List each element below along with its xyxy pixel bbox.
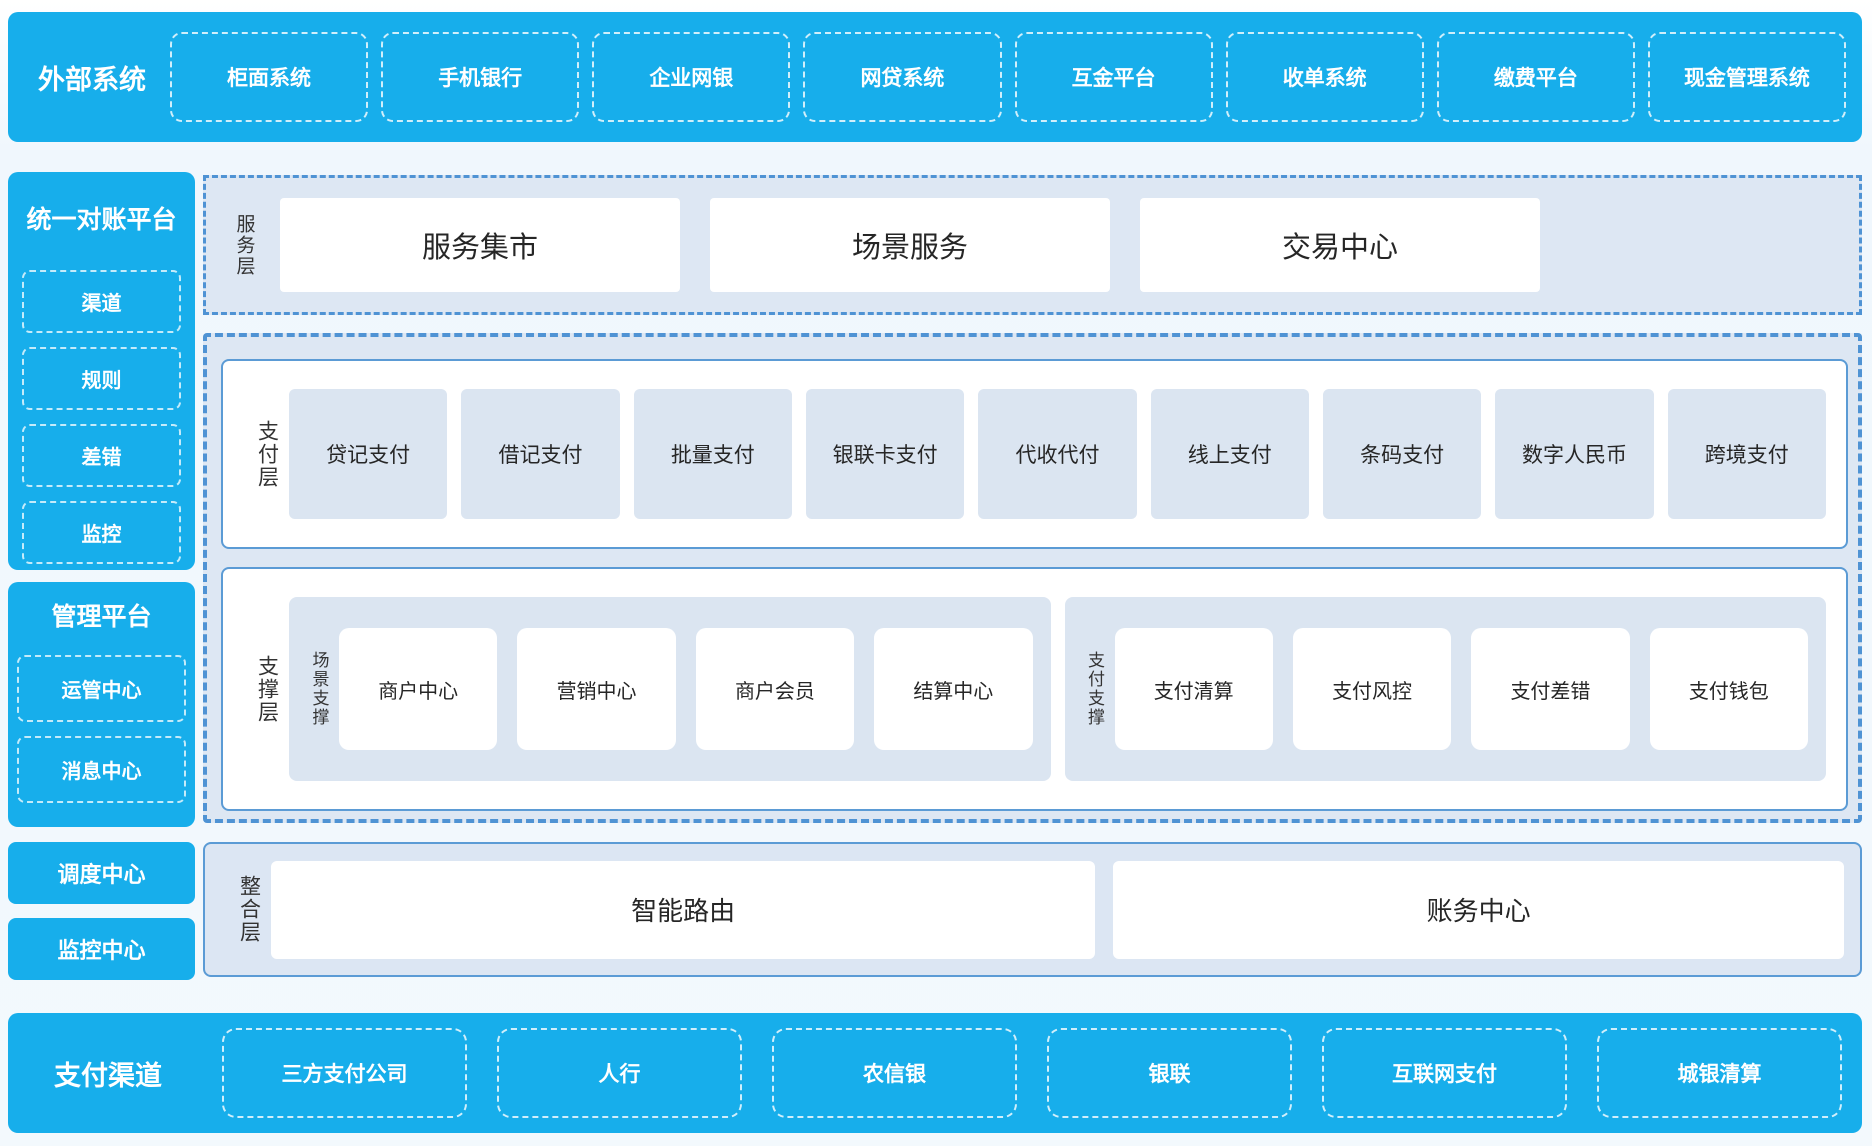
recon-platform-title: 统一对账平台: [8, 172, 195, 236]
external-system-box: 企业网银: [592, 32, 790, 122]
scene-support-list: 商户中心 营销中心 商户会员 结算中心: [339, 628, 1033, 750]
external-systems-list: 柜面系统 手机银行 企业网银 网贷系统 互金平台 收单系统 缴费平台 现金管理系…: [170, 32, 1846, 122]
payment-layer-box: 支付层 贷记支付 借记支付 批量支付 银联卡支付 代收代付 线上支付 条码支付: [221, 359, 1848, 549]
service-box: 场景服务: [710, 198, 1110, 292]
dispatch-center-block: 调度中心: [8, 842, 195, 904]
scene-support-label: 场景支撑: [299, 651, 339, 727]
service-layer-container: 服务层 服务集市 场景服务 交易中心: [203, 175, 1862, 315]
external-system-box: 手机银行: [381, 32, 579, 122]
payment-support-box: 支付钱包: [1650, 628, 1808, 750]
payment-architecture-diagram: 外部系统 柜面系统 手机银行 企业网银 网贷系统 互金平台 收单系统 缴费平台 …: [0, 0, 1872, 1146]
payment-box: 跨境支付: [1668, 389, 1826, 519]
service-layer-list: 服务集市 场景服务 交易中心: [266, 198, 1843, 292]
scene-support-box: 营销中心: [517, 628, 675, 750]
payment-box: 银联卡支付: [806, 389, 964, 519]
recon-platform-panel: 统一对账平台 渠道 规则 差错 监控: [8, 172, 195, 570]
payment-box: 数字人民币: [1495, 389, 1653, 519]
integration-layer-label: 整合层: [227, 875, 271, 944]
external-systems-bar: 外部系统 柜面系统 手机银行 企业网银 网贷系统 互金平台 收单系统 缴费平台 …: [8, 12, 1862, 142]
mgmt-platform-box: 运管中心: [17, 655, 186, 722]
payment-channels-bar: 支付渠道 三方支付公司 人行 农信银 银联 互联网支付 城银清算: [8, 1013, 1862, 1133]
payment-box: 批量支付: [634, 389, 792, 519]
scene-support-box: 结算中心: [874, 628, 1032, 750]
payment-support-list: 支付清算 支付风控 支付差错 支付钱包: [1115, 628, 1809, 750]
support-groups: 场景支撑 商户中心 营销中心 商户会员 结算中心 支付支撑: [289, 597, 1826, 781]
external-system-box: 缴费平台: [1437, 32, 1635, 122]
mgmt-platform-list: 运管中心 消息中心: [17, 655, 186, 803]
payment-box: 贷记支付: [289, 389, 447, 519]
scene-support-box: 商户会员: [696, 628, 854, 750]
service-box: 交易中心: [1140, 198, 1540, 292]
payment-layer-list: 贷记支付 借记支付 批量支付 银联卡支付 代收代付 线上支付 条码支付 数字人民…: [289, 389, 1826, 519]
support-layer-label: 支撑层: [245, 655, 289, 724]
payment-box: 代收代付: [978, 389, 1136, 519]
external-system-box: 收单系统: [1226, 32, 1424, 122]
payment-channels-title: 支付渠道: [54, 1054, 222, 1093]
mgmt-platform-box: 消息中心: [17, 736, 186, 803]
payment-box: 借记支付: [461, 389, 619, 519]
mgmt-platform-title: 管理平台: [8, 582, 195, 633]
payment-channel-box: 城银清算: [1597, 1028, 1842, 1118]
external-systems-title: 外部系统: [38, 58, 170, 97]
integration-layer-list: 智能路由 账务中心: [271, 861, 1844, 959]
payment-support-group: 支付支撑 支付清算 支付风控 支付差错 支付钱包: [1065, 597, 1827, 781]
external-system-box: 柜面系统: [170, 32, 368, 122]
payment-box: 线上支付: [1151, 389, 1309, 519]
payment-box: 条码支付: [1323, 389, 1481, 519]
external-system-box: 互金平台: [1015, 32, 1213, 122]
service-box: 服务集市: [280, 198, 680, 292]
payment-channel-box: 互联网支付: [1322, 1028, 1567, 1118]
external-system-box: 现金管理系统: [1648, 32, 1846, 122]
support-layer-box: 支撑层 场景支撑 商户中心 营销中心 商户会员 结算中心: [221, 567, 1848, 811]
recon-platform-box: 规则: [22, 347, 181, 410]
mgmt-platform-panel: 管理平台 运管中心 消息中心: [8, 582, 195, 827]
payment-channel-box: 人行: [497, 1028, 742, 1118]
payment-channel-box: 农信银: [772, 1028, 1017, 1118]
recon-platform-box: 渠道: [22, 270, 181, 333]
integration-box: 智能路由: [271, 861, 1095, 959]
recon-platform-list: 渠道 规则 差错 监控: [22, 270, 181, 564]
payment-channels-list: 三方支付公司 人行 农信银 银联 互联网支付 城银清算: [222, 1028, 1842, 1118]
recon-platform-box: 监控: [22, 501, 181, 564]
integration-layer-box: 整合层 智能路由 账务中心: [203, 842, 1862, 977]
payment-support-box: 支付差错: [1471, 628, 1629, 750]
core-layers-container: 支付层 贷记支付 借记支付 批量支付 银联卡支付 代收代付 线上支付 条码支付: [203, 333, 1862, 823]
service-layer-label: 服务层: [222, 214, 266, 277]
payment-channel-box: 三方支付公司: [222, 1028, 467, 1118]
scene-support-group: 场景支撑 商户中心 营销中心 商户会员 结算中心: [289, 597, 1051, 781]
payment-layer-label: 支付层: [245, 420, 289, 489]
scene-support-box: 商户中心: [339, 628, 497, 750]
payment-support-label: 支付支撑: [1075, 651, 1115, 727]
payment-channel-box: 银联: [1047, 1028, 1292, 1118]
integration-box: 账务中心: [1113, 861, 1844, 959]
payment-support-box: 支付清算: [1115, 628, 1273, 750]
recon-platform-box: 差错: [22, 424, 181, 487]
payment-support-box: 支付风控: [1293, 628, 1451, 750]
monitor-center-block: 监控中心: [8, 918, 195, 980]
external-system-box: 网贷系统: [803, 32, 1001, 122]
